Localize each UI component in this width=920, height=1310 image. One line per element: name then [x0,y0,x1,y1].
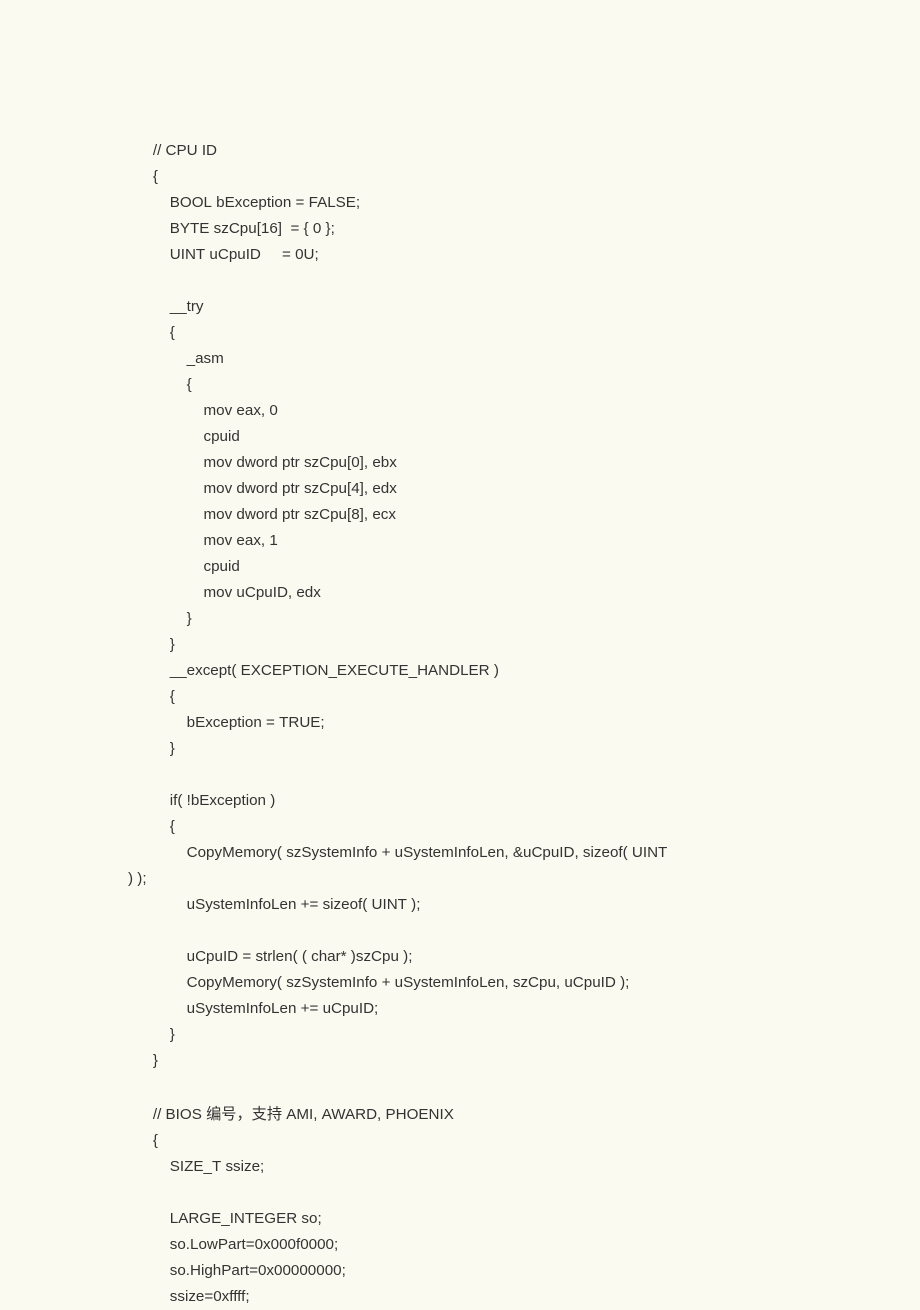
code-line: cpuid [136,424,880,450]
code-line: LARGE_INTEGER so; [136,1206,880,1232]
code-line: { [136,1128,880,1154]
document-page: // CPU ID { BOOL bException = FALSE; BYT… [0,0,920,1310]
code-line: mov dword ptr szCpu[0], ebx [136,450,880,476]
code-line: BYTE szCpu[16] = { 0 }; [136,216,880,242]
code-line: mov eax, 0 [136,398,880,424]
code-line: so.HighPart=0x00000000; [136,1258,880,1284]
code-line: } [136,632,880,658]
code-line: so.LowPart=0x000f0000; [136,1232,880,1258]
code-line: { [136,372,880,398]
code-line: { [136,320,880,346]
code-line: _asm [136,346,880,372]
code-line: cpuid [136,554,880,580]
code-line: bException = TRUE; [136,710,880,736]
code-line: mov dword ptr szCpu[4], edx [136,476,880,502]
code-line: ssize=0xffff; [136,1284,880,1310]
code-line: __try [136,294,880,320]
code-line: uCpuID = strlen( ( char* )szCpu ); [136,944,880,970]
code-line [136,762,880,788]
code-line: mov eax, 1 [136,528,880,554]
code-line: uSystemInfoLen += sizeof( UINT ); [136,892,880,918]
code-line [136,268,880,294]
code-line: UINT uCpuID = 0U; [136,242,880,268]
code-line: } [136,736,880,762]
code-line: // BIOS 编号，支持 AMI, AWARD, PHOENIX [136,1100,880,1128]
code-line: } [136,606,880,632]
code-line: ) ); [128,866,880,892]
code-line: { [136,684,880,710]
code-line: BOOL bException = FALSE; [136,190,880,216]
code-line: CopyMemory( szSystemInfo + uSystemInfoLe… [136,840,880,866]
code-line: } [136,1022,880,1048]
code-line: SIZE_T ssize; [136,1154,880,1180]
code-line: mov dword ptr szCpu[8], ecx [136,502,880,528]
code-line: __except( EXCEPTION_EXECUTE_HANDLER ) [136,658,880,684]
code-line [136,1180,880,1206]
code-line: } [136,1048,880,1074]
code-line [136,918,880,944]
code-line: uSystemInfoLen += uCpuID; [136,996,880,1022]
code-line: if( !bException ) [136,788,880,814]
code-line [136,1074,880,1100]
code-line: { [136,164,880,190]
code-line: mov uCpuID, edx [136,580,880,606]
code-line: // CPU ID [136,138,880,164]
code-line: { [136,814,880,840]
code-line: CopyMemory( szSystemInfo + uSystemInfoLe… [136,970,880,996]
code-listing: // CPU ID { BOOL bException = FALSE; BYT… [136,138,880,1310]
